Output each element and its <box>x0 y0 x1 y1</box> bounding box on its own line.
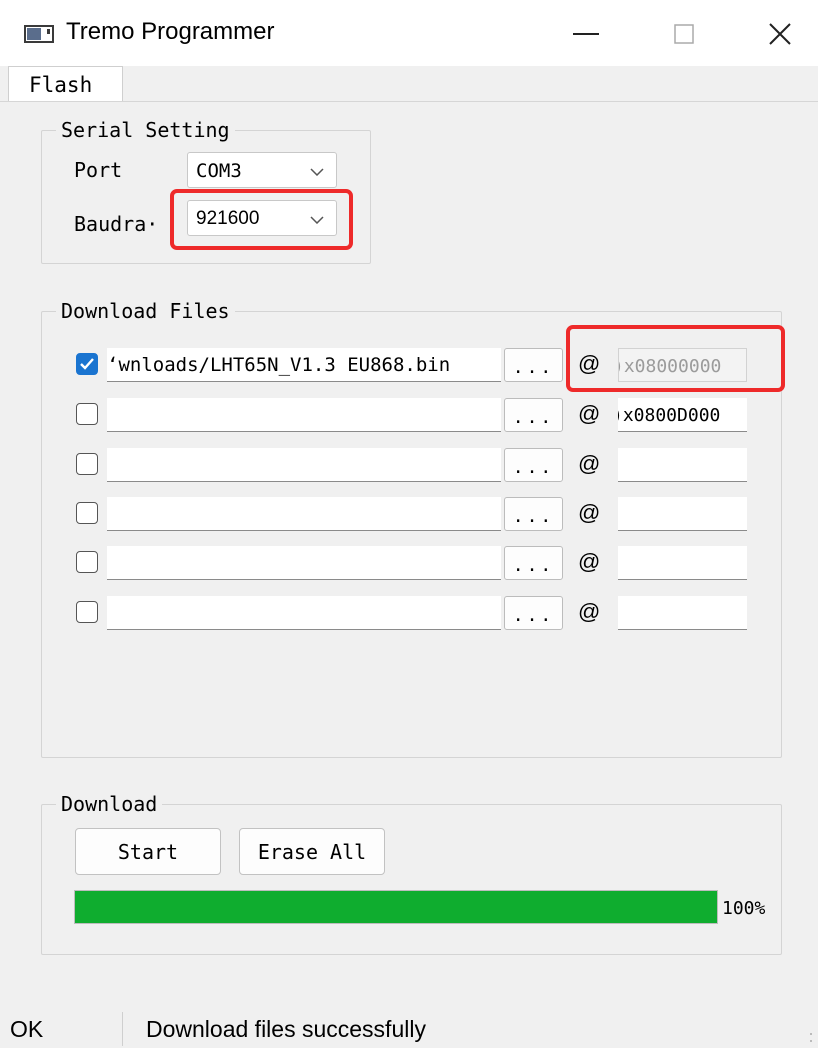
browse-button[interactable]: ... <box>504 398 563 432</box>
minimize-button[interactable] <box>556 12 616 56</box>
maximize-button[interactable] <box>654 12 714 56</box>
maximize-icon <box>674 24 694 44</box>
file-checkbox[interactable] <box>76 403 98 425</box>
start-button[interactable]: Start <box>75 828 221 875</box>
at-symbol: @ <box>578 500 601 525</box>
chevron-down-icon <box>310 168 324 176</box>
at-symbol: @ <box>578 401 601 426</box>
status-separator <box>122 1012 123 1046</box>
port-select[interactable]: COM3 <box>187 152 337 188</box>
browse-button[interactable]: ... <box>504 497 563 531</box>
file-checkbox[interactable] <box>76 502 98 524</box>
port-value: COM3 <box>196 160 242 182</box>
at-symbol: @ <box>578 451 601 476</box>
download-group <box>41 804 782 955</box>
progress-fill <box>75 891 717 923</box>
file-checkbox[interactable] <box>76 453 98 475</box>
tab-flash[interactable]: Flash <box>8 66 123 102</box>
status-message: Download files successfully <box>146 1016 426 1042</box>
at-symbol: @ <box>578 599 601 624</box>
address-input[interactable] <box>618 497 747 531</box>
file-checkbox[interactable] <box>76 353 98 375</box>
file-path-value: ʻwnloads/LHT65N_V1.3 EU868.bin <box>107 354 451 376</box>
file-checkbox[interactable] <box>76 551 98 573</box>
resize-grip-icon[interactable] <box>806 1026 816 1044</box>
progress-bar <box>74 890 718 924</box>
close-button[interactable] <box>750 12 810 56</box>
address-input[interactable] <box>618 596 747 630</box>
browse-button[interactable]: ... <box>504 348 563 382</box>
progress-text: 100% <box>722 898 766 919</box>
file-path-input[interactable] <box>107 448 501 482</box>
file-path-input[interactable] <box>107 546 501 580</box>
app-icon <box>24 25 54 43</box>
file-checkbox[interactable] <box>76 601 98 623</box>
close-icon <box>769 23 791 45</box>
checkmark-icon <box>80 358 94 370</box>
port-label: Port <box>74 158 123 182</box>
address-input[interactable]: )x0800D000 <box>618 398 747 432</box>
baudrate-highlight-box <box>170 189 353 250</box>
browse-button[interactable]: ... <box>504 448 563 482</box>
address-value: )x0800D000 <box>618 405 721 426</box>
window-title: Tremo Programmer <box>66 18 275 45</box>
browse-button[interactable]: ... <box>504 596 563 630</box>
baudrate-label: Baudra· <box>74 212 159 236</box>
download-files-title: Download Files <box>56 299 235 323</box>
browse-button[interactable]: ... <box>504 546 563 580</box>
status-ok: OK <box>10 1016 44 1042</box>
file-path-input[interactable] <box>107 497 501 531</box>
address-highlight-box <box>566 325 785 392</box>
at-symbol: @ <box>578 549 601 574</box>
download-title: Download <box>56 792 163 816</box>
erase-all-button[interactable]: Erase All <box>239 828 385 875</box>
address-input[interactable] <box>618 448 747 482</box>
serial-setting-title: Serial Setting <box>56 118 235 142</box>
tab-divider <box>0 101 818 102</box>
file-path-input[interactable] <box>107 596 501 630</box>
file-path-input[interactable]: ʻwnloads/LHT65N_V1.3 EU868.bin <box>107 348 501 382</box>
minimize-icon <box>573 33 599 35</box>
file-path-input[interactable] <box>107 398 501 432</box>
address-input[interactable] <box>618 546 747 580</box>
